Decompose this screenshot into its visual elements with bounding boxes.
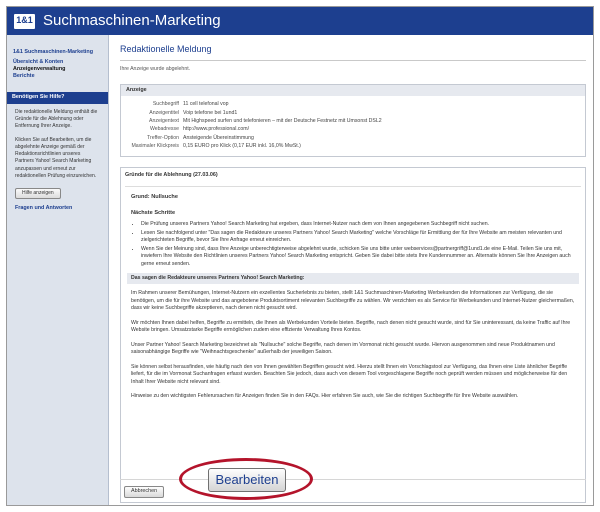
list-item: Lesen Sie nachfolgend unter "Das sagen d… [141, 230, 575, 245]
sidebar-item-ads[interactable]: Anzeigenverwaltung [13, 66, 103, 73]
detail-value: http://www.professional.com/ [183, 126, 250, 133]
detail-value: 11 cell telefonal vop [183, 101, 229, 108]
list-item: Die Prüfung unseres Partners Yahoo! Sear… [141, 221, 575, 229]
help-panel: Die redaktionelle Meldung enthält die Gr… [7, 104, 108, 217]
help-panel-title: Benötigen Sie Hilfe? [7, 92, 108, 104]
page-title: Redaktionelle Meldung [120, 43, 586, 62]
detail-value: 0,15 EURO pro Klick (0,17 EUR inkl. 16,0… [183, 142, 301, 149]
editors-paragraph: Sie können selbst herausfinden, wie häuf… [131, 363, 568, 385]
status-message: Ihre Anzeige wurde abgelehnt. [120, 66, 191, 73]
editors-paragraph: Im Rahmen unserer Bemühungen, Internet-N… [131, 290, 575, 312]
app-header: 1&1 Suchmaschinen-Marketing [7, 7, 593, 35]
sidebar-item-reports[interactable]: Berichte [13, 73, 103, 80]
editors-section-title: Das sagen die Redakteure unseres Partner… [127, 272, 579, 285]
sidebar: 1&1 Suchmaschinen-Marketing Übersicht & … [7, 35, 109, 505]
editors-paragraph: Hinweise zu den wichtigsten Fehlerursach… [131, 393, 519, 400]
faq-link[interactable]: Fragen und Antworten [15, 205, 100, 213]
detail-label: Maximaler Klickpreis [131, 142, 179, 149]
help-text-1: Die redaktionelle Meldung enthält die Gr… [15, 108, 98, 130]
sidebar-item-overview[interactable]: Übersicht & Konten [13, 59, 103, 66]
next-steps-list: Die Prüfung unseres Partners Yahoo! Sear… [131, 221, 575, 268]
sidebar-item-home[interactable]: 1&1 Suchmaschinen-Marketing [13, 49, 103, 56]
brand-logo: 1&1 [14, 13, 35, 29]
detail-value: Voip telefone bei 1und1 [183, 109, 238, 116]
detail-row-match-option: Treffer-Option Ansteigende Übereinstimmu… [125, 134, 581, 142]
rejection-reasons-title: Gründe für die Ablehnung (27.03.06) [125, 172, 218, 179]
detail-value: Mit Highspeed surfen und telefonieren – … [183, 118, 382, 125]
rejection-reason: Grund: Nullsuche [131, 194, 178, 201]
ad-details-title: Anzeige [121, 84, 585, 97]
app-title: Suchmaschinen-Marketing [43, 12, 221, 30]
editors-paragraph: Unser Partner Yahoo! Search Marketing be… [131, 341, 555, 356]
next-steps-title: Nächste Schritte [131, 210, 176, 217]
help-text-2: Klicken Sie auf Bearbeiten, um die abgel… [15, 136, 97, 179]
detail-row-max-cpc: Maximaler Klickpreis 0,15 EURO pro Klick… [125, 142, 581, 150]
detail-row-ad-text: Anzeigentext Mit Highspeed surfen und te… [125, 117, 581, 125]
detail-label: Suchbegriff [152, 101, 179, 108]
list-item: Wenn Sie der Meinung sind, dass Ihre Anz… [141, 246, 575, 269]
detail-label: Treffer-Option [146, 134, 179, 141]
main-content: Redaktionelle Meldung Ihre Anzeige wurde… [120, 43, 586, 504]
rejection-reasons-box: Gründe für die Ablehnung (27.03.06) Grun… [120, 167, 586, 504]
detail-label: Webadresse [149, 126, 179, 133]
sidebar-nav: 1&1 Suchmaschinen-Marketing Übersicht & … [7, 35, 108, 84]
app-window: 1&1 Suchmaschinen-Marketing 1&1 Suchmasc… [6, 6, 594, 506]
detail-value: Ansteigende Übereinstimmung [183, 134, 254, 141]
show-help-button[interactable]: Hilfe anzeigen [15, 188, 61, 200]
detail-row-ad-title: Anzeigentitel Voip telefone bei 1und1 [125, 109, 581, 117]
detail-row-keyword: Suchbegriff 11 cell telefonal vop [125, 100, 581, 108]
editors-paragraph: Wir möchten Ihnen dabei helfen, Begriffe… [131, 319, 571, 334]
detail-label: Anzeigentext [149, 118, 179, 125]
ad-details-box: Anzeige Suchbegriff 11 cell telefonal vo… [120, 83, 586, 158]
ad-details-list: Suchbegriff 11 cell telefonal vop Anzeig… [121, 96, 585, 156]
cancel-button[interactable]: Abbrechen [124, 486, 165, 498]
detail-label: Anzeigentitel [149, 109, 179, 116]
edit-button[interactable]: Bearbeiten [208, 468, 286, 492]
detail-row-url: Webadresse http://www.professional.com/ [125, 125, 581, 133]
rejection-reasons-content: Grund: Nullsuche Nächste Schritte Die Pr… [125, 186, 581, 414]
action-bar: Abbrechen Bearbeiten [120, 458, 586, 500]
